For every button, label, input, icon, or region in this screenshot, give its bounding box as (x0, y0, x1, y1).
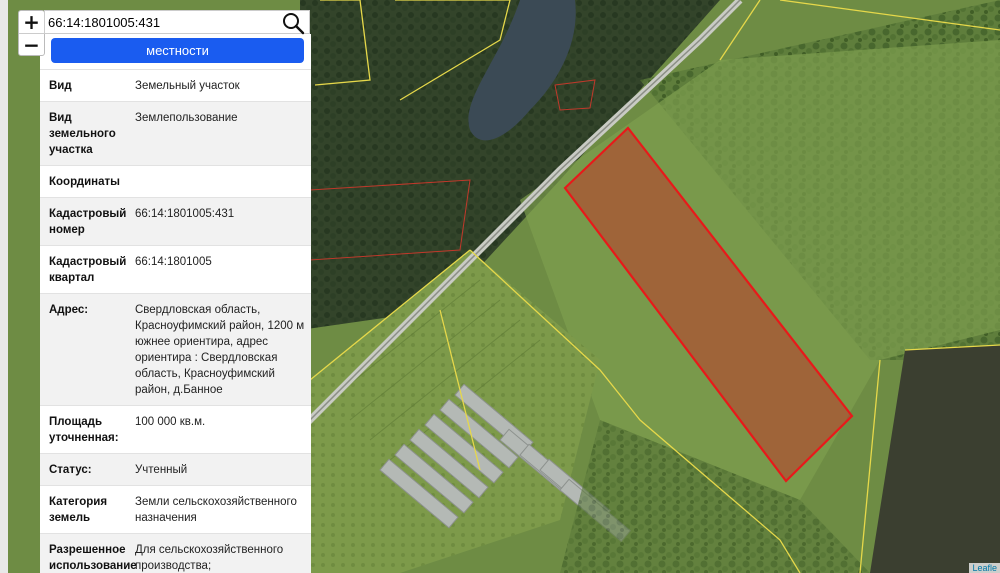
attribute-row: Статус: Учтенный (40, 453, 311, 485)
info-panel: местности Вид Земельный участок Вид земель… (40, 34, 311, 573)
attribute-table: Вид Земельный участок Вид земельного участ… (40, 69, 311, 573)
attribute-value: Учтенный (135, 464, 188, 476)
attribute-key: Координаты (49, 176, 120, 188)
attribute-row: Площадь уточненная: 100 000 кв.м. (40, 405, 311, 453)
attribute-row: Вид Земельный участок (40, 69, 311, 101)
attribute-row: Адрес: Свердловская область, Красноуфимск… (40, 293, 311, 405)
search-input[interactable] (45, 14, 273, 30)
zoom-out-button[interactable]: − (19, 33, 44, 56)
attribute-key: Площадь уточненная: (49, 416, 119, 444)
attribute-value: 66:14:1801005 (135, 256, 212, 268)
attribute-value: Земли сельскохозяйственного назначения (135, 496, 297, 524)
attribute-key: Статус: (49, 464, 92, 476)
attribute-key: Вид (49, 80, 72, 92)
left-edge (0, 0, 8, 573)
attribute-value: 100 000 кв.м. (135, 416, 206, 428)
attribute-key: Адрес: (49, 304, 89, 316)
search-icon[interactable] (281, 11, 305, 35)
attribute-row: Категория земель Земли сельскохозяйственн… (40, 485, 311, 533)
locality-button[interactable]: местности (51, 38, 304, 63)
attribute-row: Разрешенное использование Для сельскохозя… (40, 533, 311, 573)
zoom-control: + − (18, 10, 45, 56)
attribute-value (135, 174, 307, 190)
attribute-value: Свердловская область, Красноуфимский рай… (135, 304, 305, 396)
attribute-value: 66:14:1801005:431 (135, 208, 235, 220)
attribute-value: Для сельскохозяйственного производства; (135, 544, 284, 572)
search-bar (44, 10, 310, 35)
attribute-row: Координаты (40, 165, 311, 197)
attribute-value: Землепользование (135, 112, 238, 124)
attribute-row: Вид земельного участка Землепользование (40, 101, 311, 165)
attribute-value: Земельный участок (135, 80, 240, 92)
attribute-key: Вид земельного участка (49, 112, 116, 156)
attribute-row: Кадастровый квартал 66:14:1801005 (40, 245, 311, 293)
leaflet-attribution[interactable]: Leafle (969, 563, 1000, 573)
attribute-key: Кадастровый квартал (49, 256, 127, 284)
zoom-in-button[interactable]: + (19, 11, 44, 33)
attribute-key: Разрешенное использование (49, 544, 137, 572)
attribute-row: Кадастровый номер 66:14:1801005:431 (40, 197, 311, 245)
attribute-key: Кадастровый номер (49, 208, 127, 236)
attribute-key: Категория земель (49, 496, 108, 524)
